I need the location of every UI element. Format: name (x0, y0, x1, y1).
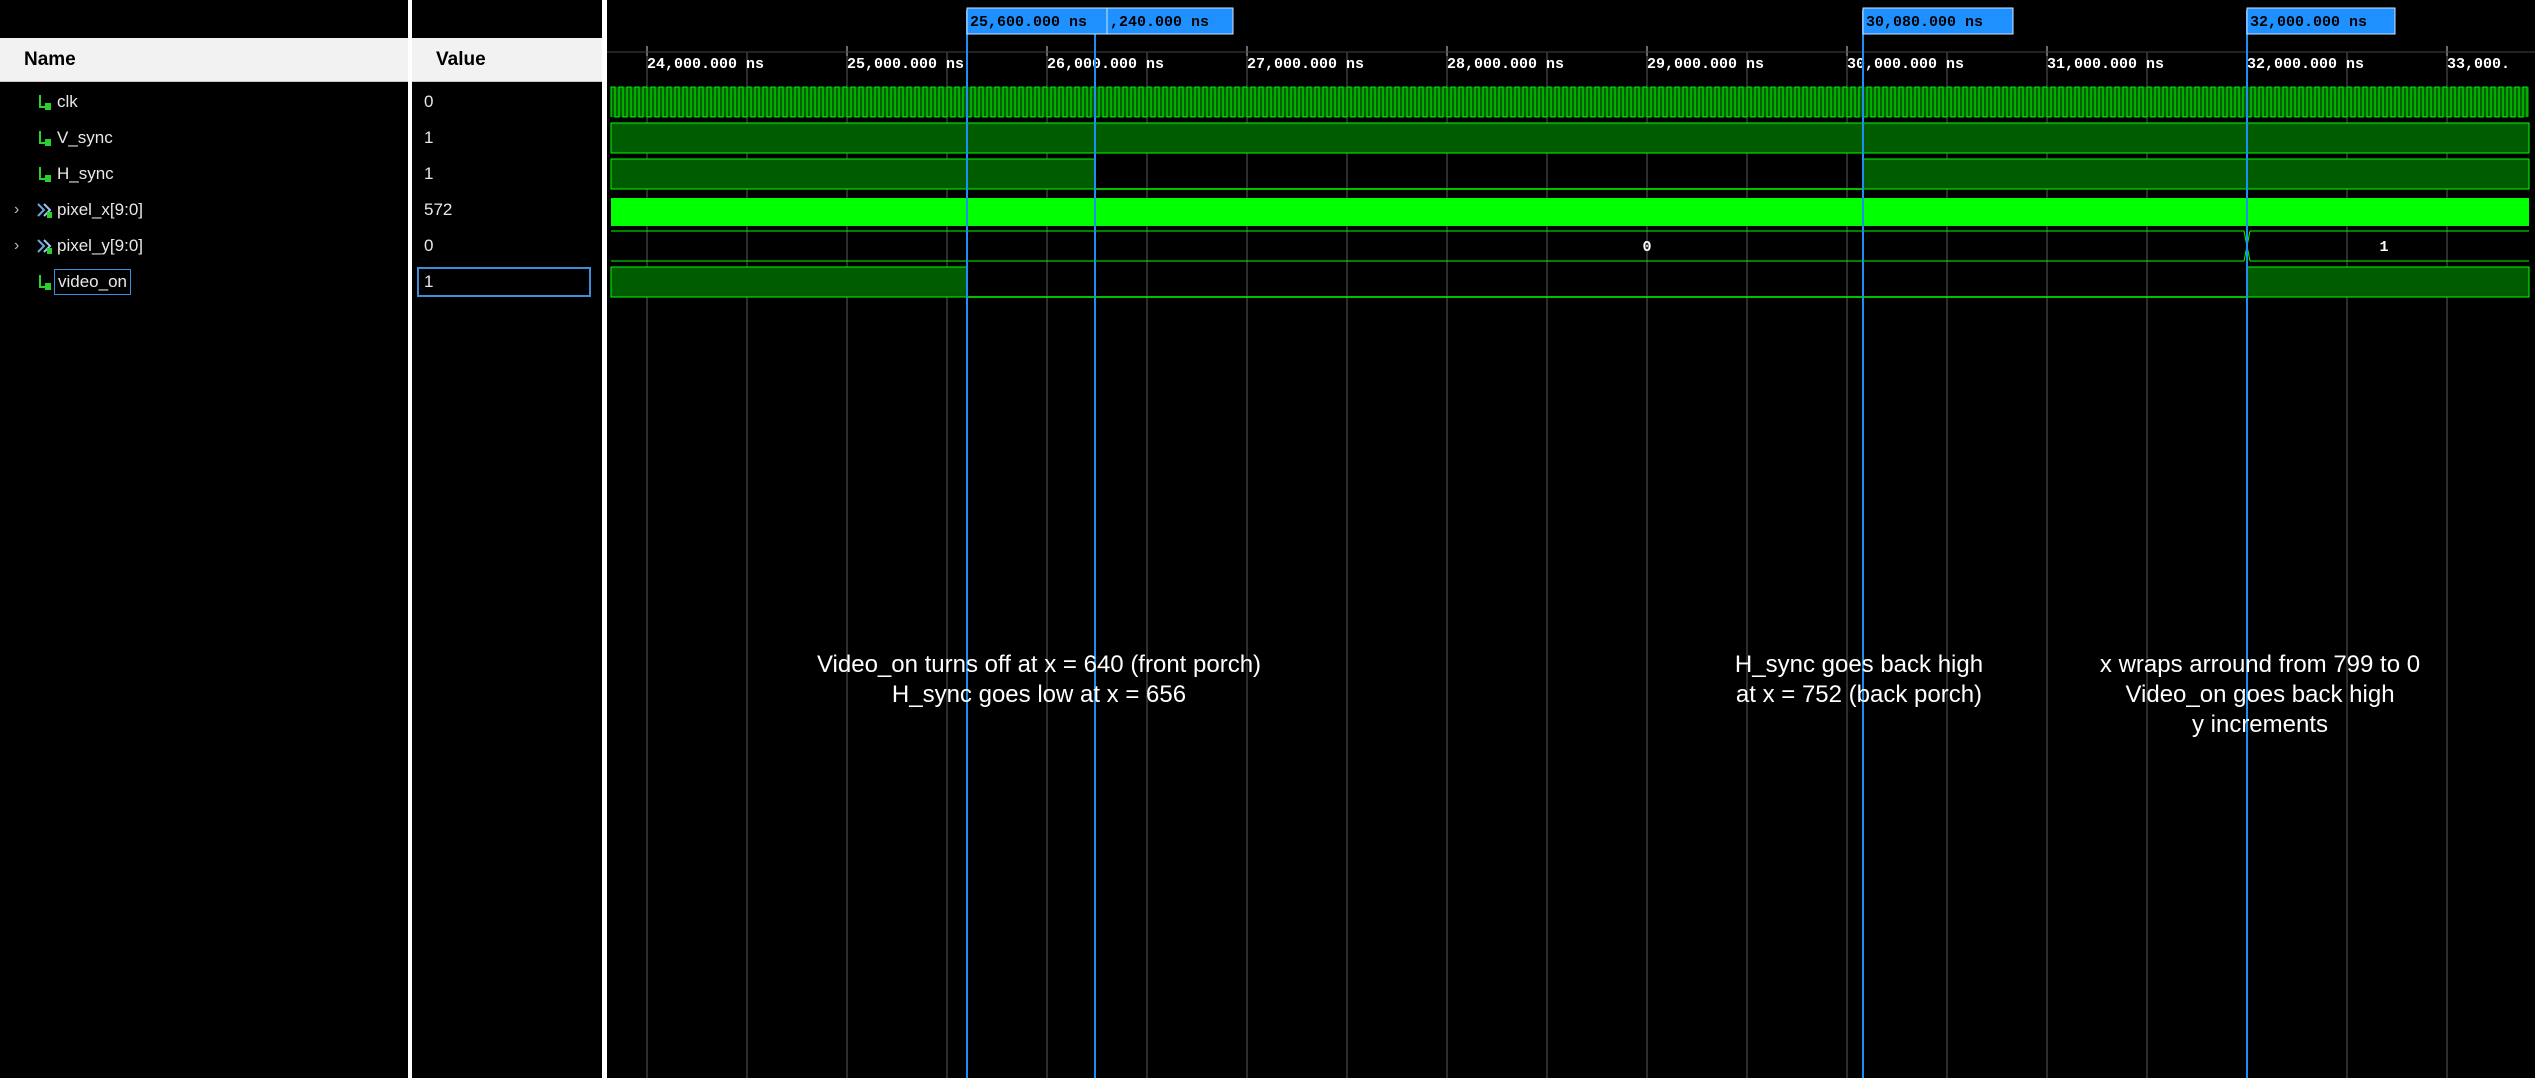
chevron-right-icon[interactable]: › (14, 201, 28, 219)
value-column-header-label: Value (436, 48, 486, 70)
time-ruler: 24,000.000 ns 25,000.000 ns 26,000.000 ns 2… (607, 46, 2535, 73)
bit-signal-icon (36, 272, 54, 292)
signal-row-pixel-y-9-0[interactable]: › pixel_y[9:0] (0, 228, 408, 264)
ruler-tick-label: 30,000.000 ns (1847, 56, 1964, 73)
pixel-y-value-label: 1 (2379, 239, 2388, 256)
signal-row-video-on[interactable]: video_on (0, 264, 408, 300)
ruler-tick-label: 27,000.000 ns (1247, 56, 1364, 73)
video-on-high-segment (610, 266, 968, 298)
vsync-wave (610, 122, 2530, 154)
value-row-pixel-x-9-0[interactable]: 572 (412, 192, 602, 228)
signal-name-label: video_on (54, 269, 132, 295)
ruler-tick-label: 28,000.000 ns (1447, 56, 1564, 73)
bus-signal-icon (36, 200, 54, 220)
ruler-tick-label: 24,000.000 ns (647, 56, 764, 73)
signal-row-h-sync[interactable]: H_sync (0, 156, 408, 192)
cursor-time-label: ,240.000 ns (1110, 14, 1209, 31)
annotation-text: H_sync goes low at x = 656 (892, 681, 1186, 708)
name-panel: Name clk V_sync H_sync › pixel_x[9:0] › pixel_… (0, 0, 408, 1078)
chevron-right-icon[interactable]: › (14, 237, 28, 255)
value-row-video-on[interactable]: 1 (412, 264, 602, 300)
cursor-time-label: 30,080.000 ns (1866, 14, 1983, 31)
signal-value: 0 (424, 92, 434, 111)
signal-name-label: pixel_x[9:0] (57, 200, 143, 219)
pixel-y-bus-top (611, 230, 2529, 247)
annotation-text: H_sync goes back high (1735, 651, 1983, 678)
video-on-high-segment (2246, 266, 2530, 298)
ruler-tick-label: 31,000.000 ns (2047, 56, 2164, 73)
waveform-canvas[interactable]: 24,000.000 ns 25,000.000 ns 26,000.000 ns 2… (607, 0, 2535, 1078)
signal-value: 1 (424, 164, 434, 183)
ruler-tick-label: 32,000.000 ns (2247, 56, 2364, 73)
ruler-tick-label: 26,000.000 ns (1047, 56, 1164, 73)
signal-name-label: V_sync (57, 128, 113, 147)
signal-name-label: pixel_y[9:0] (57, 236, 143, 255)
cursor-time-label: 25,600.000 ns (970, 14, 1087, 31)
value-row-pixel-y-9-0[interactable]: 0 (412, 228, 602, 264)
ruler-tick-label: 29,000.000 ns (1647, 56, 1764, 73)
annotations: Video_on turns off at x = 640 (front por… (817, 651, 2420, 738)
value-panel-toolbar-area (412, 0, 602, 36)
waveform-panel[interactable]: 24,000.000 ns 25,000.000 ns 26,000.000 ns 2… (607, 0, 2535, 1078)
pixel-y-value-label: 0 (1642, 239, 1651, 256)
name-column-header[interactable]: Name (0, 38, 408, 82)
signal-value: 1 (417, 267, 591, 297)
annotation-text: x wraps arround from 799 to 0 (2100, 651, 2420, 678)
annotation-text: Video_on turns off at x = 640 (front por… (817, 651, 1261, 678)
value-column-header[interactable]: Value (412, 38, 602, 82)
cursor-time-label: 32,000.000 ns (2250, 14, 2367, 31)
signal-name-label: H_sync (57, 164, 114, 183)
ruler-tick-label: 33,000. (2447, 56, 2510, 73)
signal-row-clk[interactable]: clk (0, 84, 408, 120)
annotation-text: Video_on goes back high (2125, 681, 2394, 708)
pixel-y-bus-bottom (611, 245, 2529, 262)
signal-row-pixel-x-9-0[interactable]: › pixel_x[9:0] (0, 192, 408, 228)
ruler-tick-label: 25,000.000 ns (847, 56, 964, 73)
waveform-viewer: Name clk V_sync H_sync › pixel_x[9:0] › pixel_… (0, 0, 2535, 1078)
annotation-text: at x = 752 (back porch) (1736, 681, 1982, 708)
value-panel: Value 0 1 1 572 0 1 (412, 0, 602, 1078)
hsync-high-segment (1862, 158, 2530, 190)
bit-signal-icon (36, 164, 54, 184)
signal-value: 1 (424, 128, 434, 147)
bit-signal-icon (36, 128, 54, 148)
value-row-h-sync[interactable]: 1 (412, 156, 602, 192)
annotation-text: y increments (2192, 711, 2328, 738)
hsync-high-segment (610, 158, 1096, 190)
name-panel-toolbar-area (0, 0, 408, 36)
bus-signal-icon (36, 236, 54, 256)
signal-value: 0 (424, 236, 434, 255)
signal-row-v-sync[interactable]: V_sync (0, 120, 408, 156)
pixel-x-bus (611, 198, 2529, 226)
waveforms: 01 (610, 86, 2530, 298)
value-row-v-sync[interactable]: 1 (412, 120, 602, 156)
bit-signal-icon (36, 92, 54, 112)
value-row-clk[interactable]: 0 (412, 84, 602, 120)
signal-name-label: clk (57, 92, 78, 111)
signal-value: 572 (424, 200, 453, 219)
name-column-header-label: Name (24, 48, 76, 70)
